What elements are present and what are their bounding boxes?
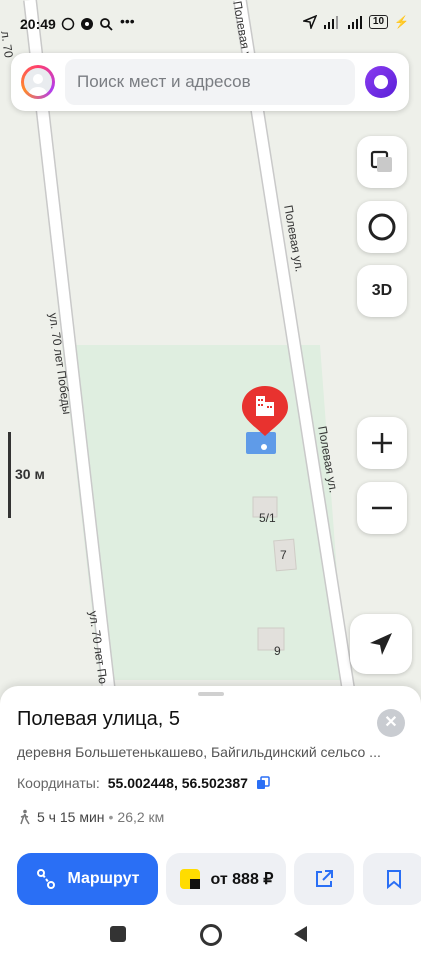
bookmark-button[interactable]	[363, 853, 421, 905]
recents-button[interactable]	[110, 926, 126, 942]
taxi-button[interactable]: от 888 ₽	[166, 853, 286, 905]
share-icon	[316, 870, 333, 887]
avatar[interactable]	[21, 65, 55, 99]
layers-button[interactable]	[357, 136, 407, 188]
plus-icon	[372, 433, 392, 453]
navigation-arrow-icon	[370, 633, 392, 655]
3d-button[interactable]: 3D	[357, 265, 407, 317]
minus-icon	[372, 506, 392, 510]
walk-info-row: 5 ч 15 мин • 26,2 км	[17, 809, 164, 825]
walk-distance: 26,2 км	[117, 809, 165, 825]
place-title: Полевая улица, 5	[17, 708, 180, 730]
status-time: 20:49	[20, 16, 56, 32]
house-number: 5/1	[259, 511, 276, 525]
more-notifications-icon: •••	[120, 13, 135, 29]
coordinates-value[interactable]: 55.002448, 56.502387	[108, 775, 248, 791]
user-avatar-icon	[24, 68, 52, 96]
sheet-drag-handle[interactable]	[198, 692, 224, 696]
signal-icon-2	[347, 16, 362, 29]
map-scale-label: 30 м	[15, 466, 45, 482]
house-number: 9	[274, 644, 281, 658]
back-icon[interactable]	[292, 925, 310, 943]
pedestrian-icon	[20, 809, 30, 825]
messenger-icon	[81, 18, 93, 30]
whatsapp-icon	[61, 17, 75, 31]
system-nav-bar	[0, 905, 421, 960]
close-icon: ✕	[384, 714, 398, 731]
search-notification-icon	[100, 18, 113, 31]
route-icon	[37, 869, 56, 889]
house-number: 7	[280, 548, 287, 562]
layers-icon	[370, 150, 392, 172]
map-scale-bar	[8, 432, 11, 518]
zoom-in-button[interactable]	[357, 417, 407, 469]
place-address: деревня Большетенькашево, Байгильдинский…	[17, 744, 381, 760]
route-label: Маршрут	[67, 870, 140, 887]
walk-separator: •	[108, 809, 114, 825]
zoom-out-button[interactable]	[357, 482, 407, 534]
route-button[interactable]: Маршрут	[17, 853, 158, 905]
location-arrow-icon	[302, 15, 317, 29]
building-pin-icon	[242, 386, 288, 454]
home-button[interactable]	[200, 924, 222, 946]
charging-icon: ⚡	[394, 15, 409, 29]
search-bar: Поиск мест и адресов	[11, 53, 409, 111]
coordinates-row: Координаты: 55.002448, 56.502387	[17, 775, 270, 791]
status-bar: 20:49 ••• 10 ⚡	[0, 0, 421, 50]
alice-assistant-icon[interactable]	[363, 64, 399, 100]
my-location-button[interactable]	[350, 614, 412, 674]
taxi-price: от 888 ₽	[210, 871, 274, 888]
close-button[interactable]: ✕	[377, 709, 405, 737]
copy-icon[interactable]	[256, 776, 270, 790]
walk-time: 5 ч 15 мин	[37, 809, 105, 825]
coordinates-label: Координаты:	[17, 775, 100, 791]
place-marker[interactable]	[240, 384, 292, 456]
battery-indicator: 10	[368, 15, 389, 29]
share-button[interactable]	[294, 853, 354, 905]
signal-icon	[323, 16, 338, 29]
compass-ring-icon	[368, 213, 396, 241]
search-input[interactable]: Поиск мест и адресов	[65, 59, 355, 105]
compass-button[interactable]	[357, 201, 407, 253]
status-icons: 10 ⚡	[302, 15, 409, 29]
3d-label: 3D	[371, 282, 393, 299]
taxi-icon	[179, 869, 200, 889]
bookmark-icon	[387, 870, 401, 889]
